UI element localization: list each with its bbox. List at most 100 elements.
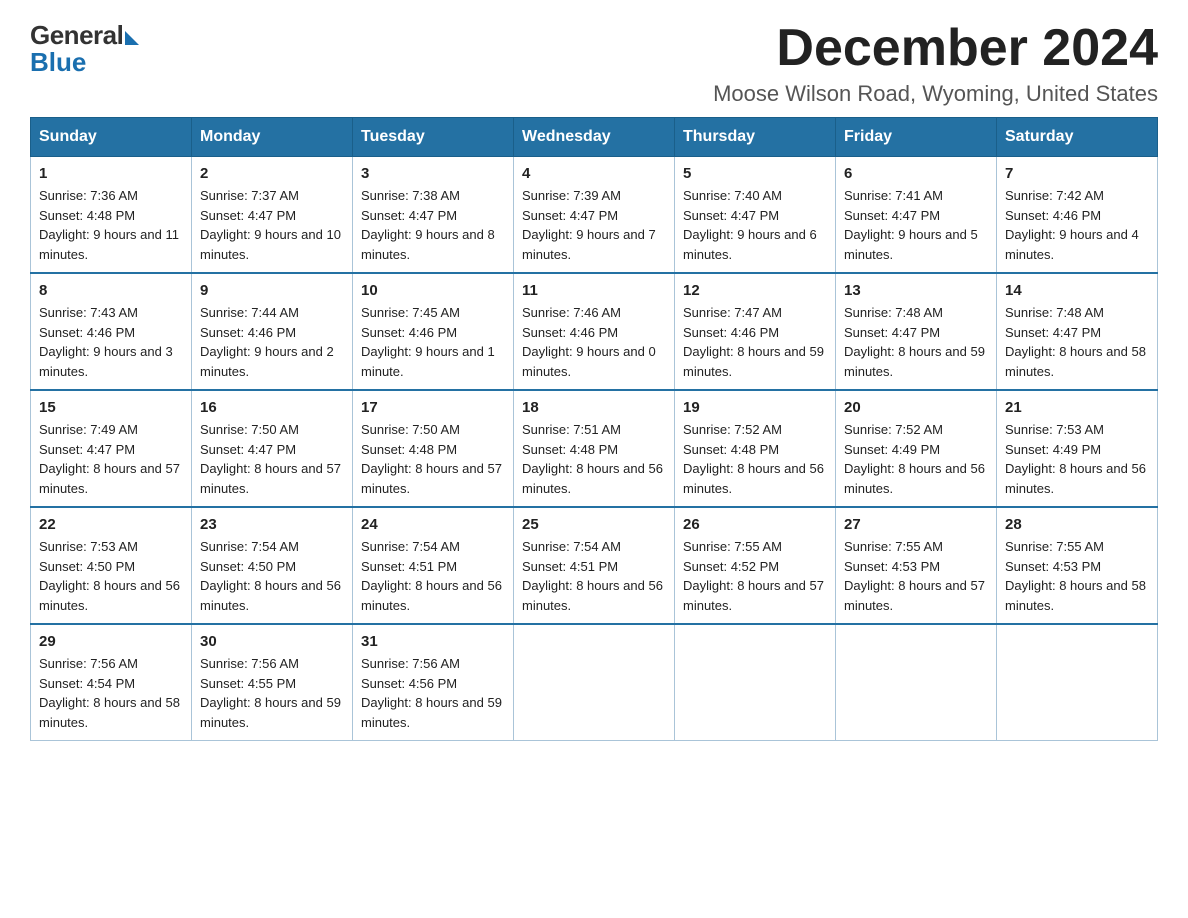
day-number: 23 [200, 516, 344, 533]
calendar-cell: 19 Sunrise: 7:52 AMSunset: 4:48 PMDayligh… [675, 390, 836, 507]
day-number: 1 [39, 165, 183, 182]
calendar-cell: 30 Sunrise: 7:56 AMSunset: 4:55 PMDayligh… [192, 624, 353, 741]
day-info: Sunrise: 7:53 AMSunset: 4:50 PMDaylight:… [39, 539, 180, 613]
day-number: 27 [844, 516, 988, 533]
day-info: Sunrise: 7:54 AMSunset: 4:51 PMDaylight:… [361, 539, 502, 613]
title-area: December 2024 Moose Wilson Road, Wyoming… [713, 20, 1158, 107]
day-number: 7 [1005, 165, 1149, 182]
day-number: 21 [1005, 399, 1149, 416]
day-number: 26 [683, 516, 827, 533]
day-info: Sunrise: 7:54 AMSunset: 4:51 PMDaylight:… [522, 539, 663, 613]
day-number: 19 [683, 399, 827, 416]
calendar-cell: 22 Sunrise: 7:53 AMSunset: 4:50 PMDayligh… [31, 507, 192, 624]
calendar-cell: 3 Sunrise: 7:38 AMSunset: 4:47 PMDaylight… [353, 157, 514, 274]
day-info: Sunrise: 7:52 AMSunset: 4:48 PMDaylight:… [683, 422, 824, 496]
day-number: 29 [39, 633, 183, 650]
day-number: 13 [844, 282, 988, 299]
calendar-cell: 6 Sunrise: 7:41 AMSunset: 4:47 PMDaylight… [836, 157, 997, 274]
logo-triangle-icon [125, 31, 139, 45]
month-title: December 2024 [713, 20, 1158, 77]
calendar-week-4: 22 Sunrise: 7:53 AMSunset: 4:50 PMDayligh… [31, 507, 1158, 624]
day-number: 15 [39, 399, 183, 416]
day-info: Sunrise: 7:42 AMSunset: 4:46 PMDaylight:… [1005, 188, 1139, 262]
calendar-header-sunday: Sunday [31, 118, 192, 157]
day-info: Sunrise: 7:50 AMSunset: 4:48 PMDaylight:… [361, 422, 502, 496]
calendar-cell: 5 Sunrise: 7:40 AMSunset: 4:47 PMDaylight… [675, 157, 836, 274]
calendar-cell: 16 Sunrise: 7:50 AMSunset: 4:47 PMDayligh… [192, 390, 353, 507]
calendar-cell: 14 Sunrise: 7:48 AMSunset: 4:47 PMDayligh… [997, 273, 1158, 390]
calendar-cell: 20Sunrise: 7:52 AMSunset: 4:49 PMDayligh… [836, 390, 997, 507]
day-info: Sunrise: 7:51 AMSunset: 4:48 PMDaylight:… [522, 422, 663, 496]
day-info: Sunrise: 7:45 AMSunset: 4:46 PMDaylight:… [361, 305, 495, 379]
calendar-week-5: 29 Sunrise: 7:56 AMSunset: 4:54 PMDayligh… [31, 624, 1158, 741]
calendar-cell: 15 Sunrise: 7:49 AMSunset: 4:47 PMDayligh… [31, 390, 192, 507]
header: General Blue December 2024 Moose Wilson … [30, 20, 1158, 107]
day-number: 17 [361, 399, 505, 416]
day-info: Sunrise: 7:48 AMSunset: 4:47 PMDaylight:… [1005, 305, 1146, 379]
calendar-cell: 26 Sunrise: 7:55 AMSunset: 4:52 PMDayligh… [675, 507, 836, 624]
day-info: Sunrise: 7:38 AMSunset: 4:47 PMDaylight:… [361, 188, 495, 262]
calendar-cell: 12Sunrise: 7:47 AMSunset: 4:46 PMDayligh… [675, 273, 836, 390]
logo: General Blue [30, 20, 139, 78]
day-info: Sunrise: 7:41 AMSunset: 4:47 PMDaylight:… [844, 188, 978, 262]
day-number: 31 [361, 633, 505, 650]
day-number: 30 [200, 633, 344, 650]
day-info: Sunrise: 7:44 AMSunset: 4:46 PMDaylight:… [200, 305, 334, 379]
day-number: 3 [361, 165, 505, 182]
calendar-cell: 29 Sunrise: 7:56 AMSunset: 4:54 PMDayligh… [31, 624, 192, 741]
day-info: Sunrise: 7:50 AMSunset: 4:47 PMDaylight:… [200, 422, 341, 496]
calendar-header-friday: Friday [836, 118, 997, 157]
calendar-header-monday: Monday [192, 118, 353, 157]
day-number: 6 [844, 165, 988, 182]
day-info: Sunrise: 7:54 AMSunset: 4:50 PMDaylight:… [200, 539, 341, 613]
day-number: 9 [200, 282, 344, 299]
calendar-cell: 31 Sunrise: 7:56 AMSunset: 4:56 PMDayligh… [353, 624, 514, 741]
calendar-cell: 2 Sunrise: 7:37 AMSunset: 4:47 PMDaylight… [192, 157, 353, 274]
day-info: Sunrise: 7:55 AMSunset: 4:53 PMDaylight:… [844, 539, 985, 613]
day-info: Sunrise: 7:55 AMSunset: 4:53 PMDaylight:… [1005, 539, 1146, 613]
day-info: Sunrise: 7:43 AMSunset: 4:46 PMDaylight:… [39, 305, 173, 379]
day-info: Sunrise: 7:37 AMSunset: 4:47 PMDaylight:… [200, 188, 341, 262]
calendar-cell: 23 Sunrise: 7:54 AMSunset: 4:50 PMDayligh… [192, 507, 353, 624]
day-number: 25 [522, 516, 666, 533]
calendar-cell [675, 624, 836, 741]
calendar-table: SundayMondayTuesdayWednesdayThursdayFrid… [30, 117, 1158, 741]
day-info: Sunrise: 7:56 AMSunset: 4:56 PMDaylight:… [361, 656, 502, 730]
calendar-header-tuesday: Tuesday [353, 118, 514, 157]
calendar-cell: 1Sunrise: 7:36 AMSunset: 4:48 PMDaylight… [31, 157, 192, 274]
day-number: 5 [683, 165, 827, 182]
calendar-cell: 8Sunrise: 7:43 AMSunset: 4:46 PMDaylight… [31, 273, 192, 390]
calendar-cell: 9 Sunrise: 7:44 AMSunset: 4:46 PMDaylight… [192, 273, 353, 390]
calendar-cell: 28 Sunrise: 7:55 AMSunset: 4:53 PMDayligh… [997, 507, 1158, 624]
calendar-cell: 7 Sunrise: 7:42 AMSunset: 4:46 PMDaylight… [997, 157, 1158, 274]
day-number: 14 [1005, 282, 1149, 299]
day-number: 28 [1005, 516, 1149, 533]
calendar-cell: 13Sunrise: 7:48 AMSunset: 4:47 PMDayligh… [836, 273, 997, 390]
day-info: Sunrise: 7:40 AMSunset: 4:47 PMDaylight:… [683, 188, 817, 262]
day-number: 2 [200, 165, 344, 182]
day-info: Sunrise: 7:55 AMSunset: 4:52 PMDaylight:… [683, 539, 824, 613]
calendar-cell [836, 624, 997, 741]
calendar-header-saturday: Saturday [997, 118, 1158, 157]
day-number: 18 [522, 399, 666, 416]
day-info: Sunrise: 7:56 AMSunset: 4:55 PMDaylight:… [200, 656, 341, 730]
calendar-cell: 11 Sunrise: 7:46 AMSunset: 4:46 PMDayligh… [514, 273, 675, 390]
day-info: Sunrise: 7:46 AMSunset: 4:46 PMDaylight:… [522, 305, 656, 379]
day-info: Sunrise: 7:49 AMSunset: 4:47 PMDaylight:… [39, 422, 180, 496]
day-number: 11 [522, 282, 666, 299]
calendar-cell: 4Sunrise: 7:39 AMSunset: 4:47 PMDaylight… [514, 157, 675, 274]
day-number: 24 [361, 516, 505, 533]
calendar-header-thursday: Thursday [675, 118, 836, 157]
day-info: Sunrise: 7:56 AMSunset: 4:54 PMDaylight:… [39, 656, 180, 730]
day-number: 10 [361, 282, 505, 299]
calendar-cell: 27 Sunrise: 7:55 AMSunset: 4:53 PMDayligh… [836, 507, 997, 624]
calendar-week-1: 1Sunrise: 7:36 AMSunset: 4:48 PMDaylight… [31, 157, 1158, 274]
day-number: 20 [844, 399, 988, 416]
day-number: 22 [39, 516, 183, 533]
calendar-cell [514, 624, 675, 741]
calendar-cell: 10 Sunrise: 7:45 AMSunset: 4:46 PMDayligh… [353, 273, 514, 390]
logo-blue-text: Blue [30, 47, 86, 78]
calendar-cell: 25 Sunrise: 7:54 AMSunset: 4:51 PMDayligh… [514, 507, 675, 624]
day-number: 16 [200, 399, 344, 416]
day-number: 12 [683, 282, 827, 299]
